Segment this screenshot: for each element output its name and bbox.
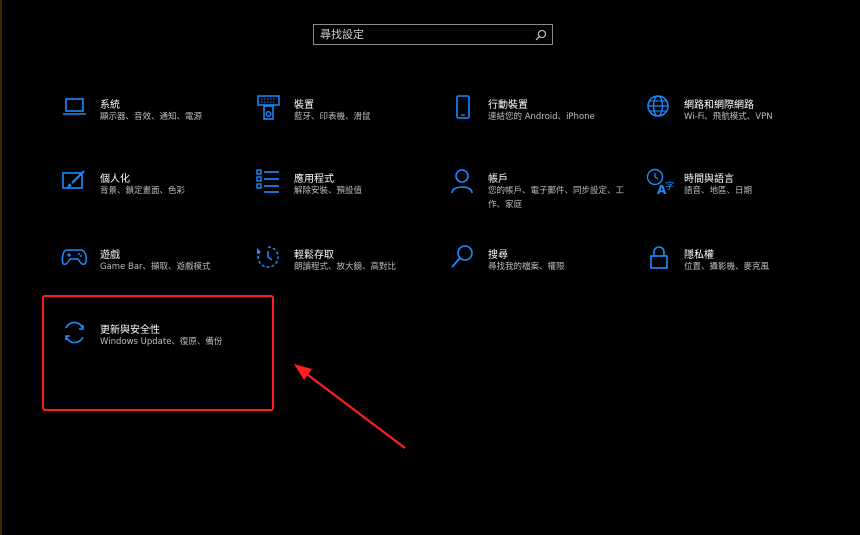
- phone-icon: [450, 95, 476, 121]
- search-input[interactable]: [314, 25, 524, 44]
- search-button[interactable]: [532, 26, 550, 43]
- tile-description: Wi-Fi、飛航模式、VPN: [684, 112, 773, 122]
- tile-time-language[interactable]: A字 時間與語言 語音、地區、日期: [646, 168, 836, 229]
- tile-network[interactable]: 網路和網際網路 Wi-Fi、飛航模式、VPN: [646, 95, 836, 155]
- laptop-icon: [62, 95, 88, 121]
- tile-personalization[interactable]: 個人化 背景、鎖定畫面、色彩: [62, 169, 252, 229]
- lock-icon: [646, 245, 672, 271]
- tile-title: 隱私權: [684, 250, 714, 261]
- tile-description: 位置、攝影機、麥克風: [684, 262, 770, 272]
- tile-title: 帳戶: [488, 174, 508, 185]
- tile-description: 連結您的 Android、iPhone: [488, 112, 595, 122]
- tile-description: 您的帳戶、電子郵件、同步設定、工作、家庭: [488, 186, 625, 210]
- gamepad-icon: [61, 245, 88, 271]
- keyboard-speaker-icon: [256, 95, 282, 121]
- search-icon: [535, 29, 547, 41]
- tile-description: 語音、地區、日期: [684, 186, 753, 196]
- app-list-icon: [256, 169, 282, 195]
- tile-title: 搜尋: [488, 250, 508, 261]
- tile-devices[interactable]: 裝置 藍牙、印表機、滑鼠: [256, 95, 446, 155]
- tile-privacy[interactable]: 隱私權 位置、攝影機、麥克風: [646, 245, 836, 305]
- tile-description: 顯示器、音效、通知、電源: [100, 112, 203, 122]
- tile-description: 尋找我的檔案、權限: [488, 262, 565, 272]
- magnifier-icon: [450, 245, 476, 271]
- tile-title: 應用程式: [294, 174, 334, 185]
- left-edge-strip: [0, 0, 2, 535]
- tile-search[interactable]: 搜尋 尋找我的檔案、權限: [450, 245, 640, 305]
- tile-title: 輕鬆存取: [294, 250, 334, 261]
- globe-icon: [646, 95, 672, 121]
- tile-accounts[interactable]: 帳戶 您的帳戶、電子郵件、同步設定、工作、家庭: [450, 169, 640, 229]
- tile-ease-of-access[interactable]: 輕鬆存取 朗讀程式、放大鏡、高對比: [256, 245, 446, 305]
- tile-description: 朗讀程式、放大鏡、高對比: [294, 262, 397, 272]
- search-box[interactable]: [313, 24, 553, 45]
- time-language-icon: A字: [646, 168, 674, 197]
- ease-of-access-icon: [256, 245, 282, 271]
- tile-title: 個人化: [100, 174, 130, 185]
- tile-title: 系統: [100, 100, 120, 111]
- svg-text:字: 字: [665, 180, 674, 192]
- highlight-box: [42, 295, 274, 411]
- tile-title: 時間與語言: [684, 174, 734, 185]
- paint-brush-icon: [62, 169, 88, 195]
- tile-title: 遊戲: [100, 250, 120, 261]
- tile-title: 行動裝置: [488, 100, 528, 111]
- tile-description: 背景、鎖定畫面、色彩: [100, 186, 186, 196]
- tile-description: 解除安裝、預設值: [294, 186, 363, 196]
- tile-description: 藍牙、印表機、滑鼠: [294, 112, 371, 122]
- person-icon: [450, 169, 476, 195]
- tile-apps[interactable]: 應用程式 解除安裝、預設值: [256, 169, 446, 229]
- tile-title: 裝置: [294, 100, 314, 111]
- tile-phone[interactable]: 行動裝置 連結您的 Android、iPhone: [450, 95, 640, 155]
- tile-title: 網路和網際網路: [684, 100, 754, 111]
- tile-description: Game Bar、擷取、遊戲模式: [100, 262, 211, 272]
- tile-system[interactable]: 系統 顯示器、音效、通知、電源: [62, 95, 252, 155]
